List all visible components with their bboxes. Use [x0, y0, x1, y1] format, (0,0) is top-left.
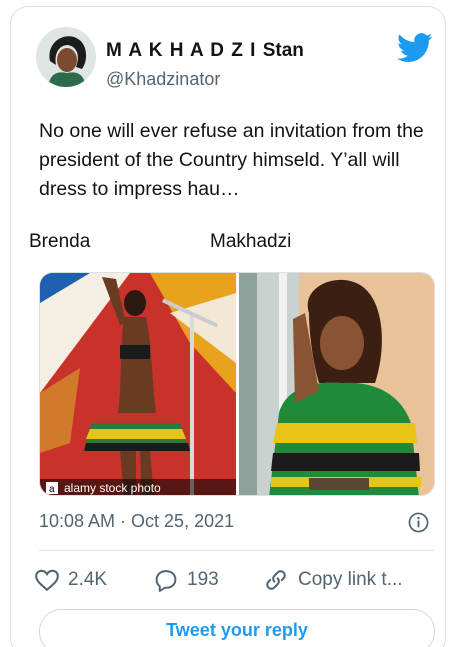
heart-icon	[35, 569, 59, 592]
reply-button[interactable]: 193	[153, 567, 219, 593]
media-photo-left[interactable]: a alamy stock photo	[40, 273, 236, 496]
svg-text:a: a	[49, 484, 55, 495]
tweet-media[interactable]: a alamy stock photo	[39, 272, 435, 496]
author-avatar[interactable]	[36, 27, 96, 87]
tweet-text: No one will ever refuse an invitation fr…	[39, 120, 424, 200]
twitter-bird-icon[interactable]	[397, 33, 433, 63]
author-name: M A K H A D Z I	[106, 40, 257, 61]
copy-link-label: Copy link t...	[298, 569, 403, 590]
link-icon	[266, 570, 286, 590]
tweet-reply-button[interactable]: Tweet your reply	[39, 609, 435, 647]
reply-bubble-icon	[155, 569, 177, 592]
watermark-text: alamy stock photo	[64, 481, 161, 495]
author-display-name[interactable]: M A K H A D Z I Stan	[106, 40, 304, 62]
tweet-timestamp[interactable]: 10:08 AM · Oct 25, 2021	[39, 511, 234, 532]
info-icon[interactable]	[408, 512, 429, 533]
copy-link-button[interactable]: Copy link t...	[262, 567, 403, 593]
caption-right: Makhadzi	[210, 231, 292, 252]
reply-count: 193	[187, 569, 219, 590]
author-handle[interactable]: @Khadzinator	[106, 69, 220, 90]
author-name-suffix: Stan	[262, 40, 304, 61]
tweet-card: M A K H A D Z I Stan @Khadzinator No one…	[10, 6, 446, 647]
like-button[interactable]: 2.4K	[34, 567, 107, 593]
like-count: 2.4K	[68, 569, 108, 590]
caption-left: Brenda	[29, 231, 91, 252]
divider-top	[39, 550, 435, 551]
media-photo-right[interactable]	[239, 273, 435, 496]
